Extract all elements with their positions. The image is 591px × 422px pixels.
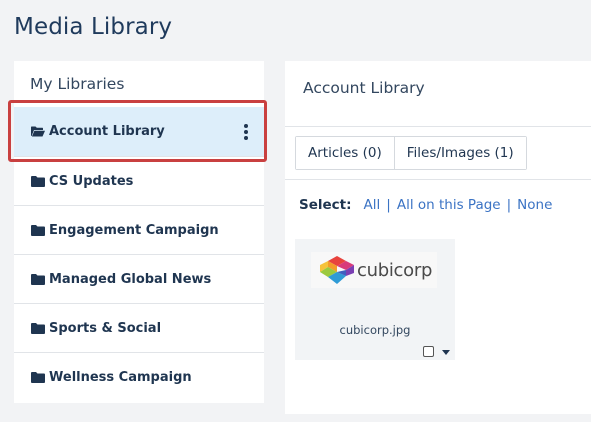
select-controls: Select: All | All on this Page | None: [299, 197, 552, 213]
folder-icon: [31, 322, 45, 334]
sidebar-item-label: Engagement Campaign: [49, 222, 219, 238]
panel-title: Account Library: [303, 79, 425, 97]
tab-articles[interactable]: Articles (0): [296, 137, 394, 169]
sidebar-heading: My Libraries: [30, 75, 125, 93]
sidebar-item-label: CS Updates: [49, 173, 134, 189]
folder-icon: [31, 371, 45, 383]
divider: [285, 179, 591, 180]
select-label: Select:: [299, 197, 352, 213]
separator: |: [386, 197, 391, 213]
divider: [285, 126, 591, 127]
sidebar-item-label: Wellness Campaign: [49, 369, 192, 385]
separator: |: [506, 197, 512, 213]
select-all-on-page-link[interactable]: All on this Page: [397, 197, 501, 213]
sidebar-item-wellness-campaign[interactable]: Wellness Campaign: [14, 352, 264, 401]
folder-icon: [31, 224, 45, 236]
sidebar-item-label: Sports & Social: [49, 320, 162, 336]
sidebar-item-managed-global-news[interactable]: Managed Global News: [14, 254, 264, 303]
image-thumbnail[interactable]: cubicorp: [311, 252, 437, 288]
sidebar-item-account-library[interactable]: Account Library: [14, 107, 264, 156]
cubicorp-logo: [320, 256, 354, 284]
content-tabs: Articles (0) Files/Images (1): [295, 136, 527, 170]
page-title: Media Library: [14, 14, 173, 40]
select-checkbox[interactable]: [423, 346, 434, 357]
sidebar-item-engagement-campaign[interactable]: Engagement Campaign: [14, 205, 264, 254]
tab-files-images[interactable]: Files/Images (1): [393, 137, 526, 169]
library-list: Account Library CS Updates Engagement Ca…: [14, 107, 264, 401]
folder-open-icon: [31, 126, 45, 137]
file-name: cubicorp.jpg: [339, 323, 411, 337]
sidebar-item-label: Managed Global News: [49, 271, 212, 287]
media-card[interactable]: cubicorp cubicorp.jpg: [295, 239, 455, 360]
select-all-link[interactable]: All: [364, 197, 381, 213]
more-options-icon[interactable]: [243, 123, 249, 140]
select-none-link[interactable]: None: [517, 197, 552, 213]
folder-icon: [31, 175, 45, 187]
sidebar-item-label: Account Library: [49, 124, 165, 139]
folder-icon: [31, 273, 45, 285]
sidebar-item-cs-updates[interactable]: CS Updates: [14, 156, 264, 205]
libraries-sidebar: My Libraries Account Library CS Updates …: [14, 61, 264, 403]
caret-down-icon[interactable]: [442, 350, 450, 355]
library-panel: Account Library Articles (0) Files/Image…: [285, 61, 591, 414]
sidebar-item-sports-social[interactable]: Sports & Social: [14, 303, 264, 352]
logo-text: cubicorp: [357, 259, 433, 281]
